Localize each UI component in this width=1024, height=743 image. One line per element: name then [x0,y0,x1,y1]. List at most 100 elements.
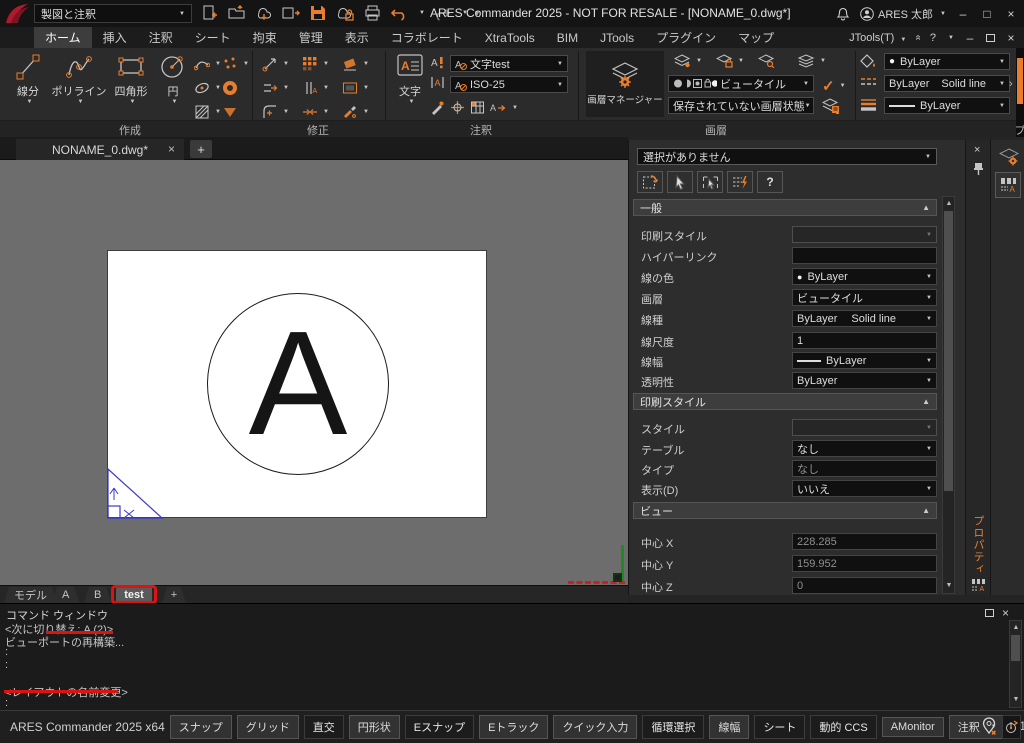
quick-properties-button[interactable] [727,171,753,193]
pin-icon[interactable] [973,162,984,176]
scrollbar-thumb[interactable] [944,211,953,491]
undo-button[interactable] [389,2,409,24]
user-account-menu[interactable]: ARES 太郎 ▼ [860,6,946,22]
dimension-style-select[interactable]: A ISO-25▼ [450,76,568,93]
rectangle-tool-button[interactable]: 四角形▼ [108,51,154,119]
selection-filter-select[interactable]: 選択がありません▼ [637,148,937,165]
layer-select[interactable]: ビュータイル▼ [792,289,937,306]
sheet-tab-a[interactable]: A [52,587,79,603]
erase-tool-button[interactable]: ▼ [342,56,369,72]
tab-plugins[interactable]: プラグイン [645,27,727,48]
transparency-select[interactable]: ByLayer▼ [792,372,937,389]
etrack-toggle[interactable]: Eトラック [479,715,548,739]
text-tool-button[interactable]: A 文字▼ [392,51,428,119]
spell-check-button[interactable]: A [430,55,445,70]
palette-close-icon[interactable]: × [974,144,980,156]
geolocation-icon[interactable] [982,717,997,736]
solid-tool-button[interactable] [222,104,238,120]
help-chevron[interactable]: ▼ [948,35,954,41]
section-view[interactable]: ビュー▲ [633,502,937,519]
centerline-tool-button[interactable] [450,100,465,115]
linetype-select[interactable]: ByLayerSolid line▼ [792,310,937,327]
palette-help-button[interactable]: ? [757,171,783,193]
stretch-tool-button[interactable]: ▼ [262,80,289,96]
print-button[interactable] [362,2,382,24]
ortho-toggle[interactable]: 直交 [304,715,344,739]
scrollbar-thumb[interactable] [1011,635,1020,661]
layer-manager-dock-icon[interactable] [999,148,1019,166]
scroll-down-icon[interactable]: ▼ [1010,694,1022,706]
quick-input-toggle[interactable]: クイック入力 [553,715,637,739]
layer-manager-button[interactable]: 画層マネージャー [586,51,664,117]
drawing-area[interactable]: A [0,160,628,585]
print-style-select[interactable]: ▼ [792,226,937,243]
layer-state-manager-button[interactable] [822,98,840,114]
new-drawing-button[interactable] [200,2,220,24]
properties-dock-tab[interactable]: A [995,172,1021,198]
quick-select-button[interactable] [637,171,663,193]
cycle-select-toggle[interactable]: 循環選択 [642,715,704,739]
layer-select[interactable]: ビュータイル▼ [668,75,814,92]
tab-insert[interactable]: 挿入 [92,27,138,48]
scroll-down-icon[interactable]: ▼ [943,580,955,592]
linetype-scale-input[interactable]: 1 [792,332,937,349]
polar-toggle[interactable]: 円形状 [349,715,400,739]
circle-tool-button[interactable]: 円▼ [156,51,190,119]
layer-states-button[interactable]: ▼ [798,54,826,68]
donut-tool-button[interactable] [222,80,238,96]
tab-home[interactable]: ホーム [34,27,92,48]
close-button[interactable]: × [1004,7,1018,21]
section-print-style[interactable]: 印刷スタイル▲ [633,393,937,410]
hyperlink-input[interactable] [792,247,937,264]
sheet-tab-b[interactable]: B [84,587,111,603]
arc-tool-button[interactable]: ▼ [194,56,221,72]
linetype-select[interactable]: ByLayerSolid line▼ [884,75,1010,92]
layer-state-select[interactable]: 保存されていない画層状態▼ [668,97,814,114]
lineweight-toggle[interactable]: 線幅 [709,715,749,739]
snap-toggle[interactable]: スナップ [170,715,232,739]
doc-minimize-button[interactable]: – [963,31,977,45]
save-button[interactable] [308,2,328,24]
dimension-tool-button[interactable] [430,100,445,115]
command-scrollbar[interactable]: ▲ ▼ [1009,620,1022,708]
maximize-button[interactable]: □ [980,7,994,21]
annotation-scale-select[interactable]: 注釈▼ [949,715,1006,739]
sheet-tab-model[interactable]: モデル [4,587,57,603]
help-button[interactable]: ? [930,32,936,44]
point-tool-button[interactable]: ▼ [222,56,249,72]
workspace-select[interactable]: 製図と注釈▼ [34,4,192,23]
new-layer-button[interactable]: ▼ [674,54,702,68]
ellipse-tool-button[interactable]: ▼ [194,80,221,96]
section-general[interactable]: 一般▲ [633,199,937,216]
hatch-tool-button[interactable]: ▼ [194,104,221,120]
select-objects-button[interactable] [667,171,693,193]
tab-annotate[interactable]: 注釈 [138,27,184,48]
minimize-button[interactable]: – [956,7,970,21]
scroll-up-icon[interactable]: ▲ [1010,622,1022,634]
layer-apply-button[interactable]: ✓▼ [822,77,846,95]
tab-sheet[interactable]: シート [184,27,242,48]
lock-layer-button[interactable]: ▼ [716,54,744,68]
display-select[interactable]: いいえ▼ [792,480,937,497]
tab-constraints[interactable]: 拘束 [242,27,288,48]
linetype-button[interactable] [860,76,877,89]
line-color-select[interactable]: ●ByLayer▼ [792,268,937,285]
command-close-icon[interactable]: × [1002,606,1009,620]
text-align-button[interactable]: A [430,75,445,90]
lineweight-select[interactable]: ByLayer▼ [884,97,1010,114]
palette-vertical-label[interactable]: プロパティ [970,515,986,575]
tab-map[interactable]: マップ [727,27,785,48]
palette-scrollbar[interactable]: ▲ ▼ [942,196,955,594]
new-document-tab-button[interactable]: + [190,140,212,158]
notification-bell-icon[interactable] [836,6,850,21]
command-window[interactable]: コマンド ウィンドウ × <次に切り替え: A (2)> ビューポートの再構築.… [0,603,1024,710]
ccs-icon-button[interactable] [1002,715,1021,739]
sheet-toggle[interactable]: シート [754,715,805,739]
tab-jtools[interactable]: JTools [589,27,645,48]
properties-tab-icon[interactable]: A [971,578,986,591]
ribbon-collapse-icon[interactable]: » [913,35,924,41]
array-tool-button[interactable]: ▼ [302,56,329,72]
document-tab-close-icon[interactable]: × [168,142,175,156]
tab-view[interactable]: 表示 [334,27,380,48]
tab-manage[interactable]: 管理 [288,27,334,48]
